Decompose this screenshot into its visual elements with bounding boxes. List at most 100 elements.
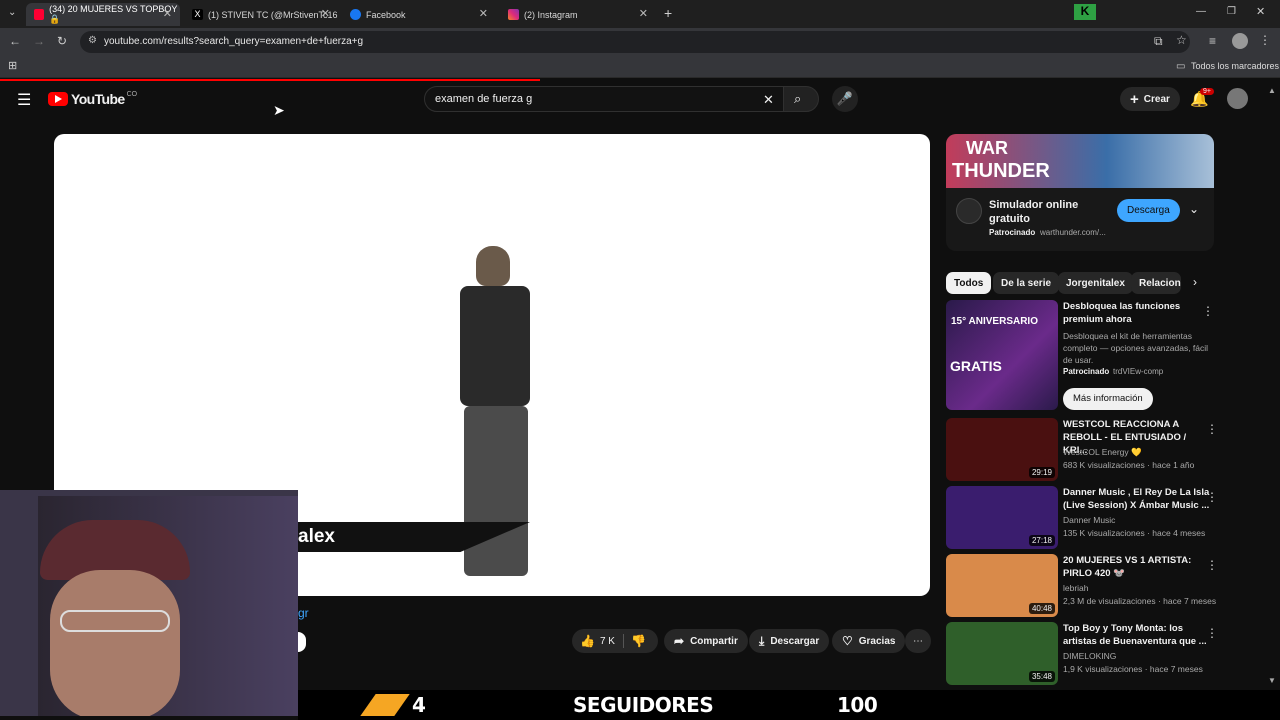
hamburger-menu-icon[interactable]: ☰ bbox=[17, 90, 31, 110]
sponsored-thumbnail[interactable]: 15° ANIVERSARIO GRATIS bbox=[946, 300, 1058, 410]
close-tab-icon[interactable]: ✕ bbox=[639, 7, 648, 20]
related-video[interactable]: 27:18 Danner Music , El Rey De La Isla (… bbox=[946, 486, 1272, 550]
sidebar-sponsored-item[interactable]: 15° ANIVERSARIO GRATIS Desbloquea las fu… bbox=[946, 300, 1272, 412]
close-tab-icon[interactable]: ✕ bbox=[321, 7, 330, 20]
more-actions-button[interactable]: ⋯ bbox=[905, 629, 931, 653]
video-meta: 135 K visualizaciones · hace 4 meses bbox=[1063, 528, 1206, 538]
video-thumbnail[interactable]: 35:48 bbox=[946, 622, 1058, 685]
reading-list-icon[interactable]: ≡ bbox=[1209, 34, 1216, 48]
like-count[interactable]: 7 K bbox=[600, 636, 615, 647]
browser-menu-icon[interactable]: ⋮ bbox=[1259, 33, 1271, 47]
browser-tab-bar: ⌄ (34) 20 MUJERES VS TOPBOY 🔒 ✕ X (1) ST… bbox=[0, 0, 1280, 28]
thanks-button[interactable]: ♡ Gracias bbox=[832, 629, 906, 653]
x-favicon-icon: X bbox=[192, 9, 203, 20]
scrollbar-down-arrow-icon[interactable]: ▼ bbox=[1268, 676, 1276, 685]
chip-jorgenitalex[interactable]: Jorgenitalex bbox=[1058, 272, 1133, 294]
video-channel[interactable]: DIMELOKING bbox=[1063, 651, 1213, 661]
bookmark-star-icon[interactable]: ☆ bbox=[1176, 33, 1187, 47]
youtube-header: ☰ YouTube CO examen de fuerza g ✕ ⌕ 🎤 + … bbox=[0, 81, 1280, 121]
video-channel[interactable]: lebriah bbox=[1063, 583, 1213, 593]
video-title[interactable]: 20 MUJERES VS 1 ARTISTA: PIRLO 420 🐭 bbox=[1063, 554, 1211, 580]
forward-icon[interactable]: → bbox=[33, 34, 45, 48]
search-button[interactable]: ⌕ bbox=[783, 86, 819, 112]
extension-k-icon[interactable]: K bbox=[1074, 4, 1096, 20]
profile-avatar[interactable] bbox=[1232, 33, 1248, 49]
video-title[interactable]: Top Boy y Tony Monta: los artistas de Bu… bbox=[1063, 622, 1211, 648]
all-bookmarks-link[interactable]: Todos los marcadores bbox=[1191, 61, 1279, 71]
video-duration: 35:48 bbox=[1028, 671, 1055, 682]
url-text: youtube.com/results?search_query=examen+… bbox=[104, 36, 364, 47]
account-avatar[interactable] bbox=[1227, 88, 1248, 109]
chip-related[interactable]: Relacion bbox=[1131, 272, 1181, 294]
new-tab-button[interactable]: + bbox=[664, 5, 672, 21]
more-options-icon[interactable]: ⋮ bbox=[1206, 490, 1218, 504]
region-code: CO bbox=[126, 90, 138, 98]
voice-search-microphone-icon[interactable]: 🎤 bbox=[832, 86, 858, 112]
close-tab-icon[interactable]: ✕ bbox=[479, 7, 488, 20]
more-options-icon[interactable]: ⋮ bbox=[1206, 626, 1218, 640]
search-query: examen de fuerza g bbox=[435, 93, 533, 105]
video-title[interactable]: Danner Music , El Rey De La Isla (Live S… bbox=[1063, 486, 1211, 512]
more-info-button[interactable]: Más información bbox=[1063, 388, 1153, 410]
more-options-icon[interactable]: ⋮ bbox=[1206, 422, 1218, 436]
ad-banner-image[interactable]: WAR THUNDER bbox=[946, 134, 1214, 188]
tab-facebook[interactable]: Facebook ✕ bbox=[342, 3, 496, 26]
tab-youtube[interactable]: (34) 20 MUJERES VS TOPBOY 🔒 ✕ bbox=[26, 3, 180, 26]
chip-all[interactable]: Todos bbox=[946, 272, 992, 294]
tab-instagram[interactable]: (2) Instagram ✕ bbox=[500, 3, 656, 26]
create-button[interactable]: + Crear bbox=[1120, 87, 1180, 111]
close-window-icon[interactable]: ✕ bbox=[1256, 5, 1265, 18]
download-button[interactable]: ⤓ Descargar bbox=[749, 629, 830, 653]
ad-card[interactable]: WAR THUNDER Simulador online gratuito Pa… bbox=[946, 134, 1214, 251]
reload-icon[interactable]: ↻ bbox=[57, 34, 67, 48]
share-button[interactable]: ➦ Compartir bbox=[664, 629, 748, 653]
chips-next-chevron-icon[interactable]: › bbox=[1193, 275, 1197, 289]
ad-title[interactable]: Simulador online gratuito bbox=[989, 198, 1109, 226]
scrollbar-up-arrow-icon[interactable]: ▲ bbox=[1268, 86, 1276, 95]
like-icon[interactable]: 👍 bbox=[580, 634, 595, 648]
video-duration: 29:19 bbox=[1028, 467, 1055, 478]
chip-from-series[interactable]: De la serie bbox=[993, 272, 1060, 294]
create-label: Crear bbox=[1143, 93, 1170, 105]
thanks-label: Gracias bbox=[858, 635, 896, 647]
dislike-icon[interactable]: 👎 bbox=[622, 634, 646, 648]
related-video[interactable]: 29:19 WESTCOL REACCIONA A REBOLL - EL EN… bbox=[946, 418, 1272, 482]
ad-download-button[interactable]: Descarga bbox=[1117, 199, 1180, 222]
minimize-icon[interactable]: — bbox=[1196, 6, 1206, 17]
more-options-icon[interactable]: ⋮ bbox=[1206, 558, 1218, 572]
related-video[interactable]: 40:48 20 MUJERES VS 1 ARTISTA: PIRLO 420… bbox=[946, 554, 1272, 618]
video-channel[interactable]: Danner Music bbox=[1063, 515, 1213, 525]
subscribe-button-edge[interactable] bbox=[298, 632, 306, 652]
close-tab-icon[interactable]: ✕ bbox=[163, 7, 172, 20]
back-icon[interactable]: ← bbox=[9, 34, 21, 48]
video-link-fragment[interactable]: gr bbox=[298, 606, 309, 620]
tab-search-icon[interactable]: ⌄ bbox=[8, 7, 16, 18]
ad-expand-chevron-icon[interactable]: ⌄ bbox=[1189, 202, 1199, 216]
tab-x[interactable]: X (1) STIVEN TC (@MrStivenTc16 ✕ bbox=[184, 3, 338, 26]
video-thumbnail[interactable]: 40:48 bbox=[946, 554, 1058, 617]
mouse-cursor-icon: ➤ bbox=[273, 102, 285, 118]
url-bar[interactable]: ⚙ youtube.com/results?search_query=exame… bbox=[80, 31, 1190, 53]
instagram-favicon-icon bbox=[508, 9, 519, 20]
site-info-icon[interactable]: ⚙ bbox=[88, 35, 97, 46]
maximize-icon[interactable]: ❐ bbox=[1227, 6, 1236, 17]
video-thumbnail[interactable]: 27:18 bbox=[946, 486, 1058, 549]
clear-search-icon[interactable]: ✕ bbox=[763, 92, 774, 108]
plus-icon: + bbox=[1130, 90, 1139, 108]
youtube-favicon-icon bbox=[34, 9, 45, 20]
sponsored-title[interactable]: Desbloquea las funciones premium ahora bbox=[1063, 300, 1211, 326]
video-duration: 27:18 bbox=[1028, 535, 1055, 546]
youtube-logo[interactable]: YouTube CO bbox=[48, 91, 137, 107]
video-channel[interactable]: WestCOL Energy 💛 bbox=[1063, 447, 1213, 458]
search-input[interactable]: examen de fuerza g ✕ bbox=[424, 86, 784, 112]
more-options-icon[interactable]: ⋮ bbox=[1202, 304, 1214, 318]
video-thumbnail[interactable]: 29:19 bbox=[946, 418, 1058, 481]
glasses bbox=[60, 610, 170, 632]
apps-grid-icon[interactable]: ⊞ bbox=[8, 59, 17, 72]
install-app-icon[interactable]: ⧉ bbox=[1154, 34, 1163, 49]
video-duration: 40:48 bbox=[1028, 603, 1055, 614]
related-video[interactable]: 35:48 Top Boy y Tony Monta: los artistas… bbox=[946, 622, 1272, 686]
video-meta: 2,3 M de visualizaciones · hace 7 meses bbox=[1063, 596, 1217, 606]
face bbox=[50, 570, 180, 716]
search-icon: ⌕ bbox=[794, 91, 802, 106]
